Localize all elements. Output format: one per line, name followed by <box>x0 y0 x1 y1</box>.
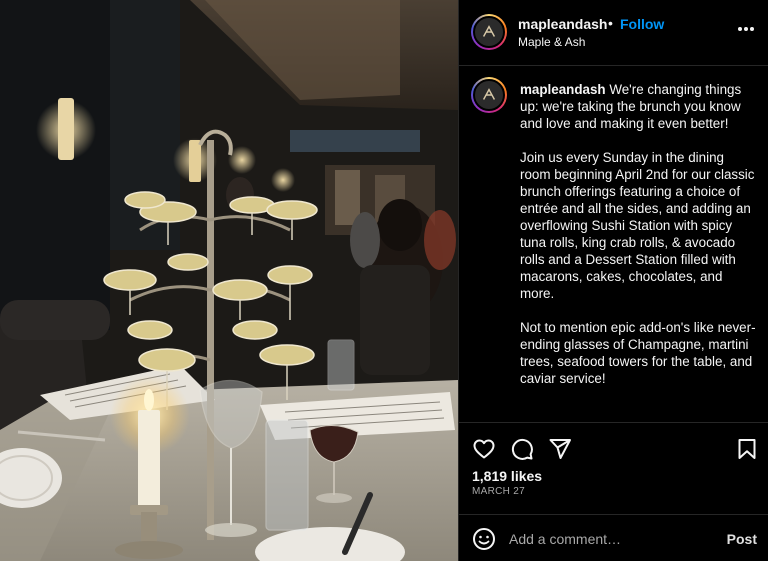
share-icon[interactable] <box>548 437 572 461</box>
emoji-icon[interactable] <box>472 527 496 551</box>
maple-ash-logo-icon <box>482 88 496 100</box>
post-date[interactable]: MARCH 27 <box>472 486 525 497</box>
post-location[interactable]: Maple & Ash <box>518 35 585 49</box>
caption-paragraph: Not to mention epic add-on's like never-… <box>520 320 756 386</box>
heart-icon[interactable] <box>472 437 496 461</box>
comment-icon[interactable] <box>510 437 534 461</box>
follow-button[interactable]: Follow <box>620 16 664 32</box>
caption-avatar[interactable] <box>471 77 507 113</box>
post-actions: 1,819 likes MARCH 27 <box>459 422 768 514</box>
restaurant-photo-illustration <box>0 0 458 561</box>
bookmark-icon[interactable] <box>735 437 759 461</box>
post-caption: mapleandash We're changing things up: we… <box>520 81 756 404</box>
caption-username[interactable]: mapleandash <box>520 82 606 97</box>
comment-input[interactable] <box>509 527 699 551</box>
post-header: mapleandash • Follow Maple & Ash <box>459 0 768 66</box>
post-photo[interactable] <box>0 0 458 561</box>
caption-paragraph: Join us every Sunday in the dining room … <box>520 150 755 301</box>
caption-paragraph: mapleandash We're changing things up: we… <box>520 81 756 132</box>
caption-section: mapleandash We're changing things up: we… <box>459 67 768 422</box>
profile-avatar[interactable] <box>471 14 507 50</box>
comment-bar: Post <box>459 514 768 561</box>
post-details-panel: mapleandash • Follow Maple & Ash maplean… <box>458 0 768 561</box>
header-separator: • <box>608 15 613 31</box>
more-options-icon[interactable] <box>737 26 755 32</box>
likes-count[interactable]: 1,819 likes <box>472 468 542 484</box>
maple-ash-logo-icon <box>482 25 496 37</box>
post-author-username[interactable]: mapleandash <box>518 16 607 32</box>
post-comment-button[interactable]: Post <box>727 531 757 547</box>
